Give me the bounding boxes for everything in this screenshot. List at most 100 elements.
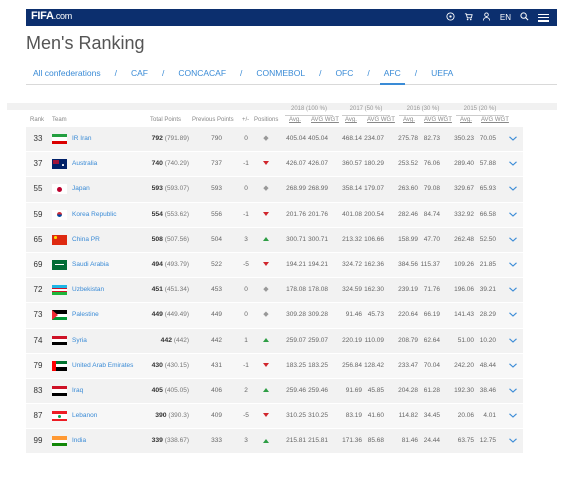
- chevron-down-icon[interactable]: [508, 127, 518, 151]
- avg-cell: 233.47: [398, 361, 418, 369]
- team-name-link[interactable]: IR Iran: [72, 127, 92, 151]
- avg-cell: 405.04: [286, 135, 306, 142]
- team-name-link[interactable]: Saudi Arabia: [72, 253, 109, 277]
- language-selector[interactable]: EN: [500, 13, 511, 22]
- tab-afc[interactable]: AFC: [379, 68, 405, 85]
- table-row[interactable]: 65 China PR 508 (507.56) 504 3 300.71 300…: [26, 227, 523, 253]
- no-change-icon: ◆: [263, 135, 269, 142]
- chevron-down-icon[interactable]: [508, 152, 518, 176]
- previous-points-cell: 556: [211, 210, 222, 218]
- avg-cell: 401.08: [342, 210, 362, 218]
- table-row[interactable]: 79 United Arab Emirates 430 (430.15) 431…: [26, 353, 523, 379]
- table-row[interactable]: 73 Palestine 449 (449.49) 449 0 ◆ 309.28 3…: [26, 303, 523, 329]
- menu-icon[interactable]: [538, 13, 549, 22]
- ball-icon[interactable]: [446, 12, 455, 23]
- avg-wgt-cell: 183.25: [308, 361, 328, 369]
- rank-change-cell: -1: [243, 361, 249, 369]
- table-row[interactable]: 59 Korea Republic 554 (553.62) 556 -1 20…: [26, 202, 523, 228]
- chevron-down-icon[interactable]: [508, 203, 518, 227]
- cart-icon[interactable]: [464, 12, 473, 23]
- avg-wgt-cell: 300.71: [308, 235, 328, 243]
- avg-cell: 275.78: [398, 135, 418, 142]
- avg-cell: 309.28: [286, 311, 306, 319]
- chevron-down-icon[interactable]: [508, 177, 518, 201]
- tab-uefa[interactable]: UEFA: [431, 68, 453, 78]
- team-name-link[interactable]: Japan: [72, 177, 90, 201]
- total-points-cell: 554 (553.62): [151, 210, 189, 218]
- user-icon[interactable]: [482, 12, 491, 23]
- team-name-link[interactable]: Palestine: [72, 303, 99, 327]
- table-row[interactable]: 33 IR Iran 792 (791.89) 790 0 ◆ 405.04 405…: [26, 127, 523, 153]
- chevron-down-icon[interactable]: [508, 329, 518, 353]
- previous-points-cell: 737: [211, 160, 222, 168]
- lebanon-flag-icon: [52, 411, 67, 422]
- avg-wgt-cell: 52.50: [479, 235, 496, 243]
- avg-wgt-cell: 84.74: [423, 210, 440, 218]
- avg-wgt-cell: 45.73: [367, 311, 384, 319]
- rank-change-cell: 3: [244, 235, 248, 243]
- avg-wgt-cell: 128.42: [364, 361, 384, 369]
- tab-caf[interactable]: CAF: [131, 68, 148, 78]
- tab-all-confederations[interactable]: All confederations: [33, 68, 101, 78]
- table-row[interactable]: 55 Japan 593 (593.07) 593 0 ◆ 268.99 268.9…: [26, 177, 523, 203]
- rank-cell: 37: [33, 159, 43, 169]
- table-row[interactable]: 72 Uzbekistan 451 (451.34) 453 0 ◆ 178.08…: [26, 278, 523, 304]
- avg-cell: 91.69: [345, 386, 362, 394]
- chevron-down-icon[interactable]: [508, 379, 518, 403]
- table-row[interactable]: 87 Lebanon 390 (390.3) 409 -5 310.25 310.…: [26, 404, 523, 430]
- tab-ofc[interactable]: OFC: [335, 68, 353, 78]
- avg-wgt-cell: 4.01: [483, 412, 496, 420]
- avg-cell: 310.25: [286, 412, 306, 420]
- team-name-link[interactable]: Australia: [72, 152, 97, 176]
- table-row[interactable]: 69 Saudi Arabia 494 (493.79) 522 -5 194.…: [26, 252, 523, 279]
- position-trend: ◆: [258, 278, 274, 302]
- chevron-down-icon[interactable]: [508, 429, 518, 453]
- arrow-down-icon: [263, 413, 269, 418]
- position-trend: [258, 203, 274, 227]
- top-nav-bar: FIFA.com EN: [26, 9, 557, 26]
- arrow-down-icon: [263, 211, 269, 216]
- table-row[interactable]: 83 Iraq 405 (405.05) 406 2 259.46 259.46 9…: [26, 378, 523, 405]
- team-name-link[interactable]: Korea Republic: [72, 203, 116, 227]
- total-points-cell: 740 (740.29): [151, 160, 189, 168]
- team-name-link[interactable]: United Arab Emirates: [72, 354, 133, 378]
- tab-separator: /: [114, 68, 117, 78]
- team-name-link[interactable]: Uzbekistan: [72, 278, 104, 302]
- chevron-down-icon[interactable]: [508, 278, 518, 302]
- rank-cell: 65: [33, 234, 43, 244]
- chevron-down-icon[interactable]: [508, 404, 518, 428]
- avg-wgt-cell: 65.93: [479, 185, 496, 193]
- avg-cell: 81.46: [401, 437, 418, 445]
- table-row[interactable]: 99 India 339 (338.67) 333 3 215.81 215.81…: [26, 429, 523, 455]
- avg-cell: 158.99: [398, 235, 418, 243]
- team-name-link[interactable]: China PR: [72, 228, 100, 252]
- tab-concacaf[interactable]: CONCACAF: [178, 68, 226, 78]
- team-name-link[interactable]: Syria: [72, 329, 87, 353]
- chevron-down-icon[interactable]: [508, 354, 518, 378]
- rank-cell: 72: [33, 285, 43, 295]
- tab-conmebol[interactable]: CONMEBOL: [256, 68, 305, 78]
- tab-separator: /: [161, 68, 165, 78]
- team-name-link[interactable]: Lebanon: [72, 404, 97, 428]
- avg-cell: 350.23: [454, 135, 474, 142]
- rank-cell: 55: [33, 184, 43, 194]
- search-icon[interactable]: [520, 12, 529, 23]
- position-trend: [258, 404, 274, 428]
- total-points-cell: 494 (493.79): [151, 260, 189, 268]
- table-row[interactable]: 37 Australia 740 (740.29) 737 -1 426.07 4…: [26, 152, 523, 178]
- chevron-down-icon[interactable]: [508, 253, 518, 277]
- avg-cell: 208.79: [398, 336, 418, 344]
- col-header-team: Team: [52, 117, 67, 123]
- avg-wgt-cell: 57.88: [479, 160, 496, 168]
- chevron-down-icon[interactable]: [508, 303, 518, 327]
- table-row[interactable]: 74 Syria 442 (442) 442 1 259.07 259.07 220…: [26, 328, 523, 354]
- avg-wgt-cell: 82.73: [423, 135, 440, 142]
- fifa-logo[interactable]: FIFA.com: [31, 10, 72, 22]
- avg-wgt-cell: 200.54: [364, 210, 384, 218]
- chevron-down-icon[interactable]: [508, 228, 518, 252]
- avg-wgt-cell: 70.04: [423, 361, 440, 369]
- uae-flag-icon: [52, 360, 67, 371]
- team-name-link[interactable]: India: [72, 429, 86, 453]
- team-name-link[interactable]: Iraq: [72, 379, 83, 403]
- avg-cell: 114.82: [398, 412, 418, 420]
